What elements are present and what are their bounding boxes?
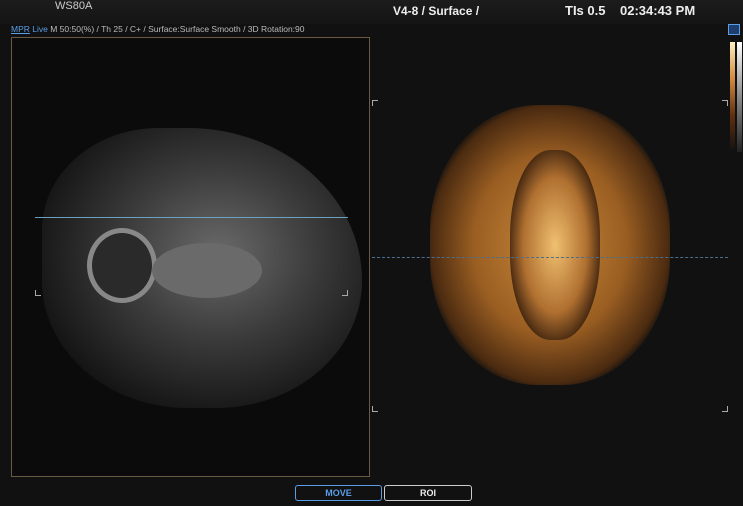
device-model: WS80A xyxy=(55,0,93,12)
fetal-head-image xyxy=(87,228,157,303)
fetal-body-image xyxy=(152,243,262,298)
roi-corner xyxy=(342,290,348,296)
color-map-bar xyxy=(730,42,735,152)
probe-mode: V4-8 / Surface / xyxy=(393,4,480,18)
view-corner xyxy=(722,406,728,412)
move-button[interactable]: MOVE xyxy=(295,485,382,501)
roi-line[interactable] xyxy=(35,217,348,218)
live-label: Live xyxy=(32,24,48,34)
view-corner xyxy=(722,100,728,106)
roi-button[interactable]: ROI xyxy=(384,485,472,501)
info-line: MPR Live M 50:50(%) / Th 25 / C+ / Surfa… xyxy=(11,24,305,34)
scan-params: M 50:50(%) / Th 25 / C+ / Surface:Surfac… xyxy=(50,24,305,34)
rotation-axis xyxy=(372,257,728,258)
rendered-3d-cavity xyxy=(510,150,600,340)
gray-map-bar xyxy=(737,42,742,152)
mpr-view[interactable] xyxy=(11,37,370,477)
clock: 02:34:43 PM xyxy=(620,3,696,18)
layout-icon[interactable] xyxy=(728,24,740,35)
view-corner xyxy=(372,406,378,412)
tis-value: TIs 0.5 xyxy=(565,3,606,18)
roi-corner xyxy=(35,290,41,296)
view-corner xyxy=(372,100,378,106)
mpr-link[interactable]: MPR xyxy=(11,24,30,34)
